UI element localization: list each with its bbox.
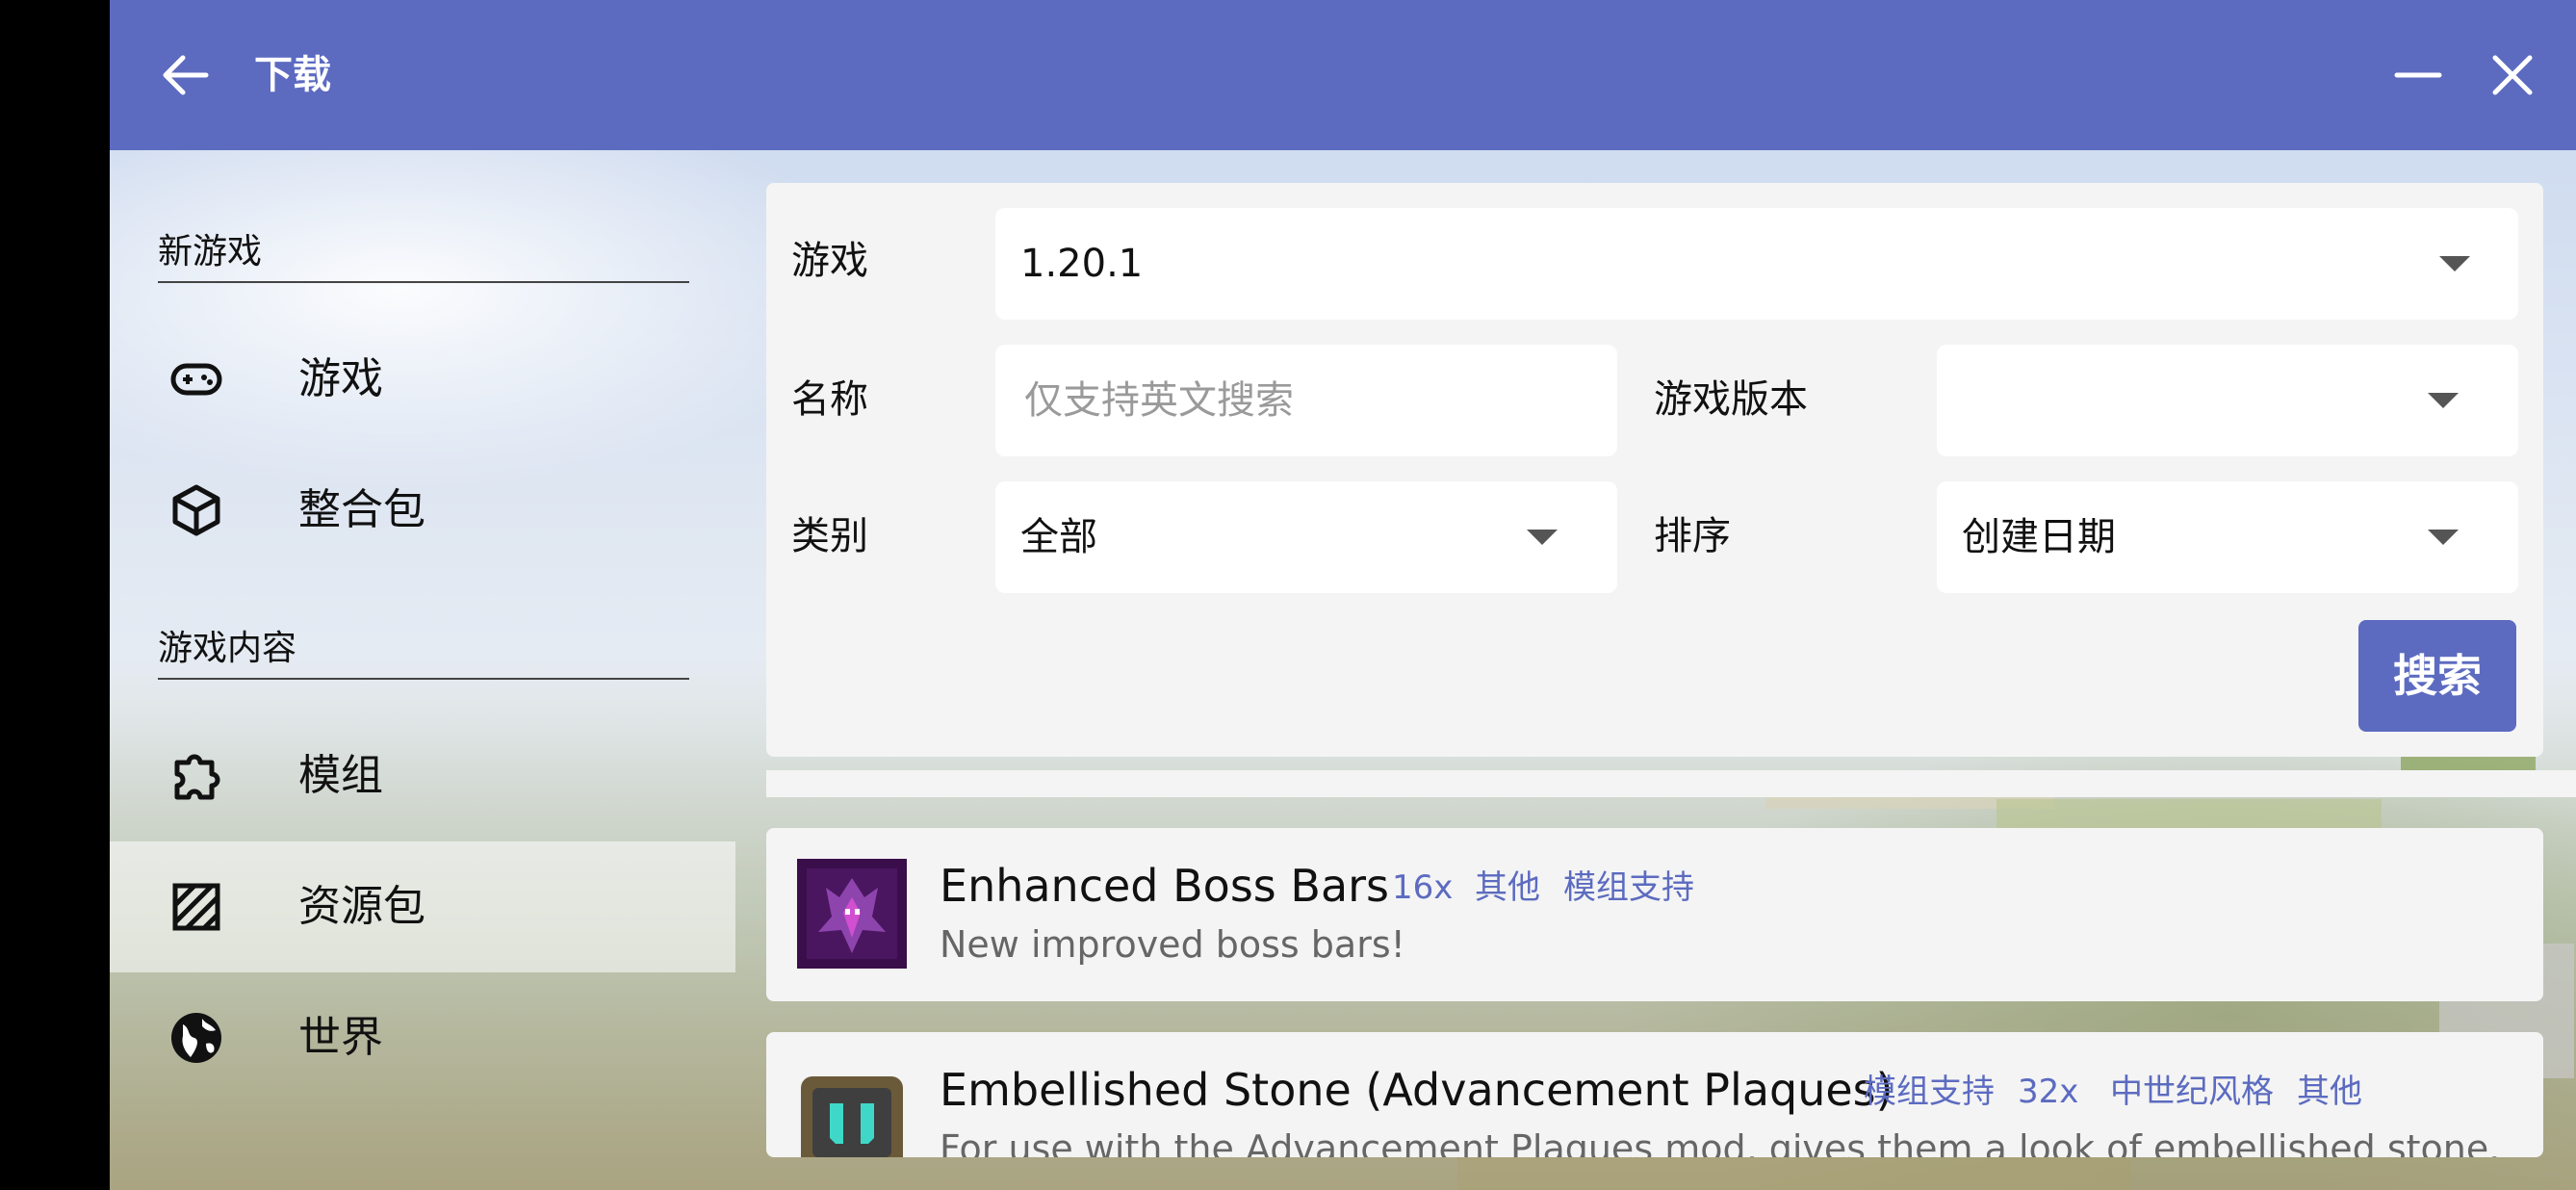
section-title-new-game: 新游戏 <box>158 229 689 283</box>
close-icon <box>2492 55 2533 95</box>
sidebar-item-mods[interactable]: 模组 <box>110 711 735 841</box>
category-value: 全部 <box>1020 515 1097 559</box>
sidebar-item-label: 资源包 <box>298 882 425 931</box>
download-window: 下载 新游戏 游戏 整合包 游戏内容 模组 资源包 世界 游戏 1.20.1 名… <box>110 0 2576 1190</box>
result-title: Embellished Stone (Advancement Plaques) <box>940 1064 1893 1116</box>
result-description: For use with the Advancement Plaques mod… <box>940 1127 2501 1157</box>
sidebar-item-worlds[interactable]: 世界 <box>110 972 735 1103</box>
close-button[interactable] <box>2486 48 2539 102</box>
result-thumbnail <box>797 859 907 969</box>
result-tag: 32x <box>2018 1073 2079 1111</box>
game-select-value: 1.20.1 <box>1020 242 1144 286</box>
result-thumbnail <box>797 1063 907 1157</box>
sidebar-item-resource-packs[interactable]: 资源包 <box>110 841 735 972</box>
result-description: New improved boss bars! <box>940 923 1405 966</box>
search-filter-panel: 游戏 1.20.1 名称 仅支持英文搜索 游戏版本 类别 全部 排序 创建日期 … <box>766 183 2543 757</box>
sidebar-item-label: 游戏 <box>298 354 383 403</box>
result-tag: 中世纪风格 <box>2110 1073 2274 1111</box>
title-bar: 下载 <box>110 0 2576 150</box>
progress-strip <box>766 770 2576 797</box>
arrow-left-icon <box>163 55 209 95</box>
name-label: 名称 <box>791 377 868 422</box>
result-card-embellished-stone[interactable]: Embellished Stone (Advancement Plaques) … <box>766 1032 2543 1157</box>
sort-select[interactable]: 创建日期 <box>1937 481 2518 593</box>
category-select[interactable]: 全部 <box>995 481 1617 593</box>
minimize-icon <box>2394 72 2442 78</box>
game-version-label: 游戏版本 <box>1654 377 1808 422</box>
result-tag: 其他 <box>1475 868 1540 907</box>
result-title: Enhanced Boss Bars <box>940 860 1390 912</box>
sort-label: 排序 <box>1654 514 1731 558</box>
result-tag: 模组支持 <box>1864 1073 1995 1111</box>
back-button[interactable] <box>158 48 212 102</box>
result-tag: 16x <box>1392 868 1454 907</box>
name-search-placeholder: 仅支持英文搜索 <box>1024 378 1294 423</box>
game-label: 游戏 <box>791 239 868 283</box>
sidebar-item-label: 模组 <box>298 751 383 800</box>
sidebar-item-label: 整合包 <box>298 485 425 534</box>
section-title-game-content: 游戏内容 <box>158 626 689 680</box>
result-card-enhanced-boss-bars[interactable]: Enhanced Boss Bars 16x 其他 模组支持 New impro… <box>766 828 2543 1001</box>
globe-icon <box>169 1011 223 1065</box>
sidebar-item-game[interactable]: 游戏 <box>110 314 735 445</box>
game-select[interactable]: 1.20.1 <box>995 208 2518 320</box>
sidebar-item-modpack[interactable]: 整合包 <box>110 445 735 576</box>
chevron-down-icon <box>2428 530 2459 545</box>
package-icon <box>169 483 223 537</box>
name-search-input[interactable]: 仅支持英文搜索 <box>995 345 1617 456</box>
sort-value: 创建日期 <box>1962 515 2116 559</box>
sidebar: 新游戏 游戏 整合包 游戏内容 模组 资源包 世界 <box>110 150 735 1190</box>
sidebar-item-label: 世界 <box>298 1013 383 1062</box>
result-tag: 模组支持 <box>1563 868 1694 907</box>
chevron-down-icon <box>2428 393 2459 408</box>
game-version-select[interactable] <box>1937 345 2518 456</box>
puzzle-icon <box>169 749 223 803</box>
result-tag: 其他 <box>2297 1073 2362 1111</box>
texture-icon <box>169 880 223 934</box>
search-button[interactable]: 搜索 <box>2358 620 2516 732</box>
window-title: 下载 <box>254 53 331 97</box>
gamepad-icon <box>169 352 223 406</box>
chevron-down-icon <box>2439 256 2470 272</box>
chevron-down-icon <box>1527 530 1558 545</box>
minimize-button[interactable] <box>2391 48 2445 102</box>
category-label: 类别 <box>791 514 868 558</box>
